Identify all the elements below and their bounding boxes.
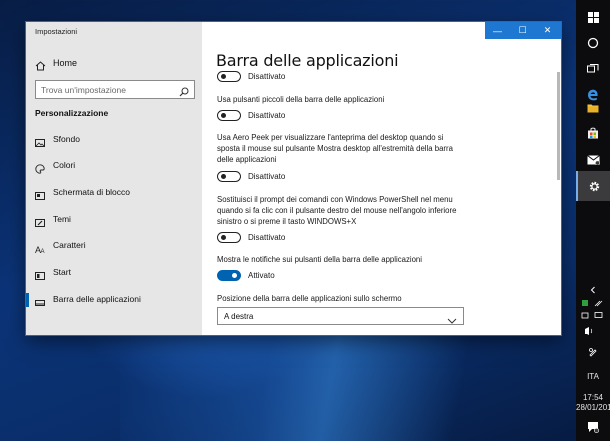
home-icon bbox=[35, 58, 46, 76]
sidebar-item-schermata-di-blocco[interactable]: Schermata di blocco bbox=[26, 182, 202, 204]
monitor-icon[interactable] bbox=[594, 312, 603, 318]
store-button[interactable] bbox=[576, 118, 610, 148]
palette-icon bbox=[35, 161, 45, 174]
brush-icon bbox=[35, 215, 45, 227]
toggle-knob bbox=[220, 112, 226, 118]
sidebar: Impostazioni Home Trova un'impostazione … bbox=[26, 22, 202, 335]
clock-date[interactable]: 28/01/2019 bbox=[576, 403, 610, 412]
home-nav-item[interactable]: Home bbox=[26, 54, 202, 72]
svg-text:A: A bbox=[41, 249, 45, 254]
app-tray-icon[interactable] bbox=[582, 300, 588, 306]
tray-icons-row-2 bbox=[576, 311, 610, 321]
sidebar-item-label: Caratteri bbox=[53, 240, 86, 250]
sidebar-item-label: Barra delle applicazioni bbox=[53, 294, 141, 304]
sidebar-item-label: Temi bbox=[53, 214, 71, 224]
settings-taskbar-button[interactable] bbox=[576, 171, 610, 201]
store-bag-icon bbox=[587, 127, 599, 139]
sidebar-item-sfondo[interactable]: Sfondo bbox=[26, 129, 202, 151]
position-value: A destra bbox=[224, 312, 254, 321]
sidebar-item-temi[interactable]: Temi bbox=[26, 209, 202, 231]
setting-state-2: Disattivato bbox=[248, 172, 286, 181]
pen-workspace-icon[interactable] bbox=[576, 347, 610, 359]
sidebar-item-colori[interactable]: Colori bbox=[26, 155, 202, 177]
section-header: Personalizzazione bbox=[35, 108, 109, 118]
sidebar-item-start[interactable]: Start bbox=[26, 262, 202, 284]
sidebar-item-label: Schermata di blocco bbox=[53, 187, 131, 197]
sidebar-item-label: Start bbox=[53, 267, 71, 277]
setting-description-1: Usa pulsanti piccoli della barra delle a… bbox=[217, 95, 385, 104]
gear-icon bbox=[588, 180, 601, 193]
maximize-button[interactable]: ☐ bbox=[510, 22, 535, 39]
page-title: Barra delle applicazioni bbox=[216, 51, 399, 70]
settings-content: — ☐ ✕ Barra delle applicazioni Disattiva… bbox=[202, 22, 561, 335]
wallpaper-light-beam bbox=[120, 330, 540, 441]
scrollbar[interactable] bbox=[556, 72, 561, 180]
home-label: Home bbox=[53, 58, 78, 68]
selected-indicator bbox=[26, 293, 29, 307]
tray-icons-row-1 bbox=[576, 298, 610, 308]
tray-icons-row-3 bbox=[576, 325, 610, 337]
mail-icon bbox=[586, 155, 600, 165]
circle-icon bbox=[587, 37, 599, 49]
toggle-knob bbox=[220, 234, 226, 240]
sidebar-item-label: Colori bbox=[53, 160, 76, 170]
window-controls: — ☐ ✕ bbox=[485, 22, 561, 39]
setting-description-3: Sostituisci il prompt dei comandi con Wi… bbox=[217, 195, 457, 226]
setting-description-2: Usa Aero Peek per visualizzare l'antepri… bbox=[217, 133, 453, 164]
taskbar: ITA 17:54 28/01/2019 bbox=[576, 0, 610, 441]
sidebar-item-caratteri[interactable]: AA Caratteri bbox=[26, 235, 202, 257]
sidebar-item-barra-delle-applicazioni[interactable]: Barra delle applicazioni bbox=[26, 289, 202, 311]
app-title: Impostazioni bbox=[35, 27, 78, 36]
folder-icon bbox=[587, 103, 599, 113]
setting-state-4: Attivato bbox=[248, 271, 275, 280]
volume-icon[interactable] bbox=[585, 327, 589, 335]
toggle-knob bbox=[220, 73, 226, 79]
lock-screen-icon bbox=[35, 188, 45, 200]
position-label: Posizione della barra delle applicazioni… bbox=[217, 294, 402, 303]
battery-icon[interactable] bbox=[581, 312, 589, 319]
search-icon[interactable] bbox=[179, 84, 189, 102]
close-button[interactable]: ✕ bbox=[535, 22, 560, 39]
chevron-down-icon bbox=[447, 312, 457, 330]
minimize-button[interactable]: — bbox=[485, 22, 510, 39]
setting-state-1: Disattivato bbox=[248, 111, 286, 120]
taskbar-icon bbox=[35, 295, 45, 306]
toggle-knob bbox=[220, 173, 226, 179]
search-input[interactable]: Trova un'impostazione bbox=[35, 80, 195, 99]
tray-overflow-icon[interactable] bbox=[576, 286, 610, 296]
search-placeholder: Trova un'impostazione bbox=[41, 85, 126, 95]
toggle-knob bbox=[231, 272, 237, 278]
setting-state-3: Disattivato bbox=[248, 233, 286, 242]
setting-description-4: Mostra le notifiche sui pulsanti della b… bbox=[217, 255, 422, 264]
scrollbar-thumb[interactable] bbox=[557, 72, 560, 180]
setting-toggle-4[interactable] bbox=[217, 270, 241, 281]
task-view-icon bbox=[587, 64, 599, 74]
setting-toggle-3[interactable] bbox=[217, 232, 241, 243]
setting-state-0: Disattivato bbox=[248, 72, 286, 81]
setting-toggle-0[interactable] bbox=[217, 71, 241, 82]
sidebar-item-label: Sfondo bbox=[53, 134, 80, 144]
windows-logo-icon bbox=[587, 11, 599, 23]
start-icon bbox=[35, 268, 45, 280]
setting-toggle-2[interactable] bbox=[217, 171, 241, 182]
picture-icon bbox=[35, 135, 45, 147]
settings-window: Impostazioni Home Trova un'impostazione … bbox=[26, 22, 561, 335]
network-icon[interactable] bbox=[594, 300, 603, 307]
action-center-button[interactable] bbox=[576, 421, 610, 435]
font-icon: AA bbox=[35, 241, 45, 255]
setting-toggle-1[interactable] bbox=[217, 110, 241, 121]
language-indicator[interactable]: ITA bbox=[576, 372, 610, 381]
clock-time[interactable]: 17:54 bbox=[576, 393, 610, 402]
position-dropdown[interactable]: A destra bbox=[217, 307, 464, 325]
